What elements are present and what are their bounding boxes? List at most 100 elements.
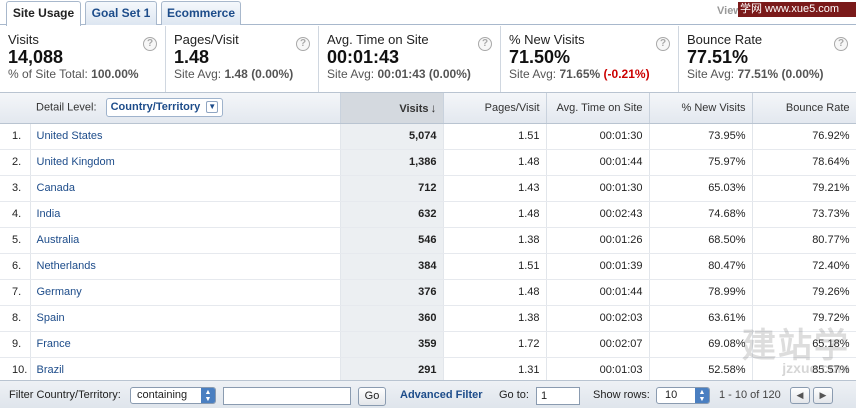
row-country[interactable]: Germany [30, 279, 341, 306]
country-link[interactable]: Brazil [37, 364, 65, 376]
row-avg-time: 00:02:07 [546, 331, 650, 358]
row-bounce-rate: 79.26% [752, 279, 856, 306]
column-header-pages-visit[interactable]: Pages/Visit [443, 93, 547, 124]
show-rows-select[interactable]: 10 ▲ ▼ [656, 387, 710, 404]
row-avg-time: 00:01:39 [546, 253, 650, 280]
tab-ecommerce[interactable]: Ecommerce [161, 1, 241, 25]
row-new-visits: 74.68% [649, 201, 753, 228]
scorecard-bounce-rate: Bounce Rate 77.51% Site Avg: 77.51% (0.0… [679, 26, 856, 92]
column-header-visits[interactable]: Visits ↓ [340, 93, 444, 124]
detail-level-select[interactable]: Country/Territory ▼ [105, 98, 224, 118]
row-country[interactable]: Canada [30, 175, 341, 202]
row-new-visits: 65.03% [649, 175, 753, 202]
chevron-down-icon: ▼ [206, 101, 219, 114]
column-header-bounce-rate[interactable]: Bounce Rate [752, 93, 856, 124]
row-bounce-rate: 79.21% [752, 175, 856, 202]
row-visits: 546 [340, 227, 444, 254]
country-link[interactable]: United States [37, 130, 103, 142]
row-pages-visit: 1.48 [443, 149, 547, 176]
table-row: 9. France 359 1.72 00:02:07 69.08% 65.18% [0, 331, 856, 358]
metric-scorecards: Visits 14,088 % of Site Total: 100.00% ?… [0, 26, 856, 92]
scorecard-label: % New Visits [509, 32, 585, 47]
filter-input[interactable] [223, 387, 351, 405]
scorecard-sub: Site Avg: 71.65% (-0.21%) [509, 67, 650, 81]
row-pages-visit: 1.48 [443, 279, 547, 306]
table-row: 7. Germany 376 1.48 00:01:44 78.99% 79.26% [0, 279, 856, 306]
column-header-new-visits[interactable]: % New Visits [649, 93, 753, 124]
row-rank: 2. [0, 149, 31, 176]
tab-goal-set-1[interactable]: Goal Set 1 [85, 1, 157, 25]
row-new-visits: 78.99% [649, 279, 753, 306]
select-arrows-icon: ▲ ▼ [695, 388, 709, 403]
goto-label: Go to: [499, 389, 529, 401]
row-avg-time: 00:02:43 [546, 201, 650, 228]
row-new-visits: 68.50% [649, 227, 753, 254]
filter-mode-select[interactable]: containing ▲ ▼ [130, 387, 216, 404]
row-bounce-rate: 72.40% [752, 253, 856, 280]
goto-input[interactable]: 1 [536, 387, 580, 405]
country-link[interactable]: Germany [37, 286, 82, 298]
row-visits: 376 [340, 279, 444, 306]
help-icon[interactable]: ? [143, 37, 157, 51]
row-pages-visit: 1.38 [443, 305, 547, 332]
country-link[interactable]: Spain [37, 312, 65, 324]
scorecard-sub: % of Site Total: 100.00% [8, 67, 139, 81]
row-bounce-rate: 78.64% [752, 149, 856, 176]
table-body: 1. United States 5,074 1.51 00:01:30 73.95% 76… [0, 123, 856, 384]
help-icon[interactable]: ? [478, 37, 492, 51]
row-new-visits: 73.95% [649, 123, 753, 150]
row-avg-time: 00:01:44 [546, 149, 650, 176]
help-icon[interactable]: ? [656, 37, 670, 51]
filter-label: Filter Country/Territory: [9, 389, 121, 401]
table-row: 2. United Kingdom 1,386 1.48 00:01:44 75.97% 7… [0, 149, 856, 176]
country-link[interactable]: Canada [37, 182, 76, 194]
table-row: 1. United States 5,074 1.51 00:01:30 73.95% 76… [0, 123, 856, 150]
scorecard-sub: Site Avg: 1.48 (0.00%) [174, 67, 294, 81]
data-table: Detail Level: Country/Territory ▼ Visits ↓… [0, 92, 856, 384]
next-page-button[interactable]: ▶ [813, 387, 833, 404]
scorecard-sub: Site Avg: 77.51% (0.00%) [687, 67, 824, 81]
help-icon[interactable]: ? [296, 37, 310, 51]
country-link[interactable]: Australia [37, 234, 80, 246]
country-link[interactable]: India [37, 208, 61, 220]
scorecard-value: 1.48 [174, 47, 210, 67]
row-country[interactable]: Netherlands [30, 253, 341, 280]
row-country[interactable]: Spain [30, 305, 341, 332]
row-country[interactable]: United States [30, 123, 341, 150]
row-rank: 4. [0, 201, 31, 228]
row-visits: 632 [340, 201, 444, 228]
pagination-range: 1 - 10 of 120 [719, 389, 781, 401]
country-link[interactable]: France [37, 338, 71, 350]
row-country[interactable]: United Kingdom [30, 149, 341, 176]
row-visits: 359 [340, 331, 444, 358]
row-new-visits: 75.97% [649, 149, 753, 176]
row-pages-visit: 1.48 [443, 201, 547, 228]
help-icon[interactable]: ? [834, 37, 848, 51]
tab-site-usage[interactable]: Site Usage [6, 1, 81, 26]
row-visits: 712 [340, 175, 444, 202]
country-table: Detail Level: Country/Territory ▼ Visits ↓… [0, 93, 856, 384]
scorecard-sub: Site Avg: 00:01:43 (0.00%) [327, 67, 471, 81]
row-country[interactable]: France [30, 331, 341, 358]
table-header-row: Detail Level: Country/Territory ▼ Visits ↓… [0, 93, 856, 124]
country-link[interactable]: United Kingdom [37, 156, 115, 168]
row-rank: 8. [0, 305, 31, 332]
go-button[interactable]: Go [358, 387, 386, 406]
scorecard-value: 77.51% [687, 47, 749, 67]
advanced-filter-link[interactable]: Advanced Filter [400, 389, 483, 401]
row-pages-visit: 1.72 [443, 331, 547, 358]
prev-page-button[interactable]: ◀ [790, 387, 810, 404]
row-visits: 1,386 [340, 149, 444, 176]
country-link[interactable]: Netherlands [37, 260, 96, 272]
select-arrows-icon: ▲ ▼ [201, 388, 215, 403]
row-new-visits: 69.08% [649, 331, 753, 358]
scorecard-visits: Visits 14,088 % of Site Total: 100.00% ? [0, 26, 166, 92]
row-bounce-rate: 73.73% [752, 201, 856, 228]
table-footer: Filter Country/Territory: containing ▲ ▼ G… [0, 380, 856, 408]
row-country[interactable]: India [30, 201, 341, 228]
column-header-avg-time[interactable]: Avg. Time on Site [546, 93, 650, 124]
row-visits: 5,074 [340, 123, 444, 150]
row-rank: 7. [0, 279, 31, 306]
detail-level-label: Detail Level: [36, 101, 97, 114]
row-country[interactable]: Australia [30, 227, 341, 254]
